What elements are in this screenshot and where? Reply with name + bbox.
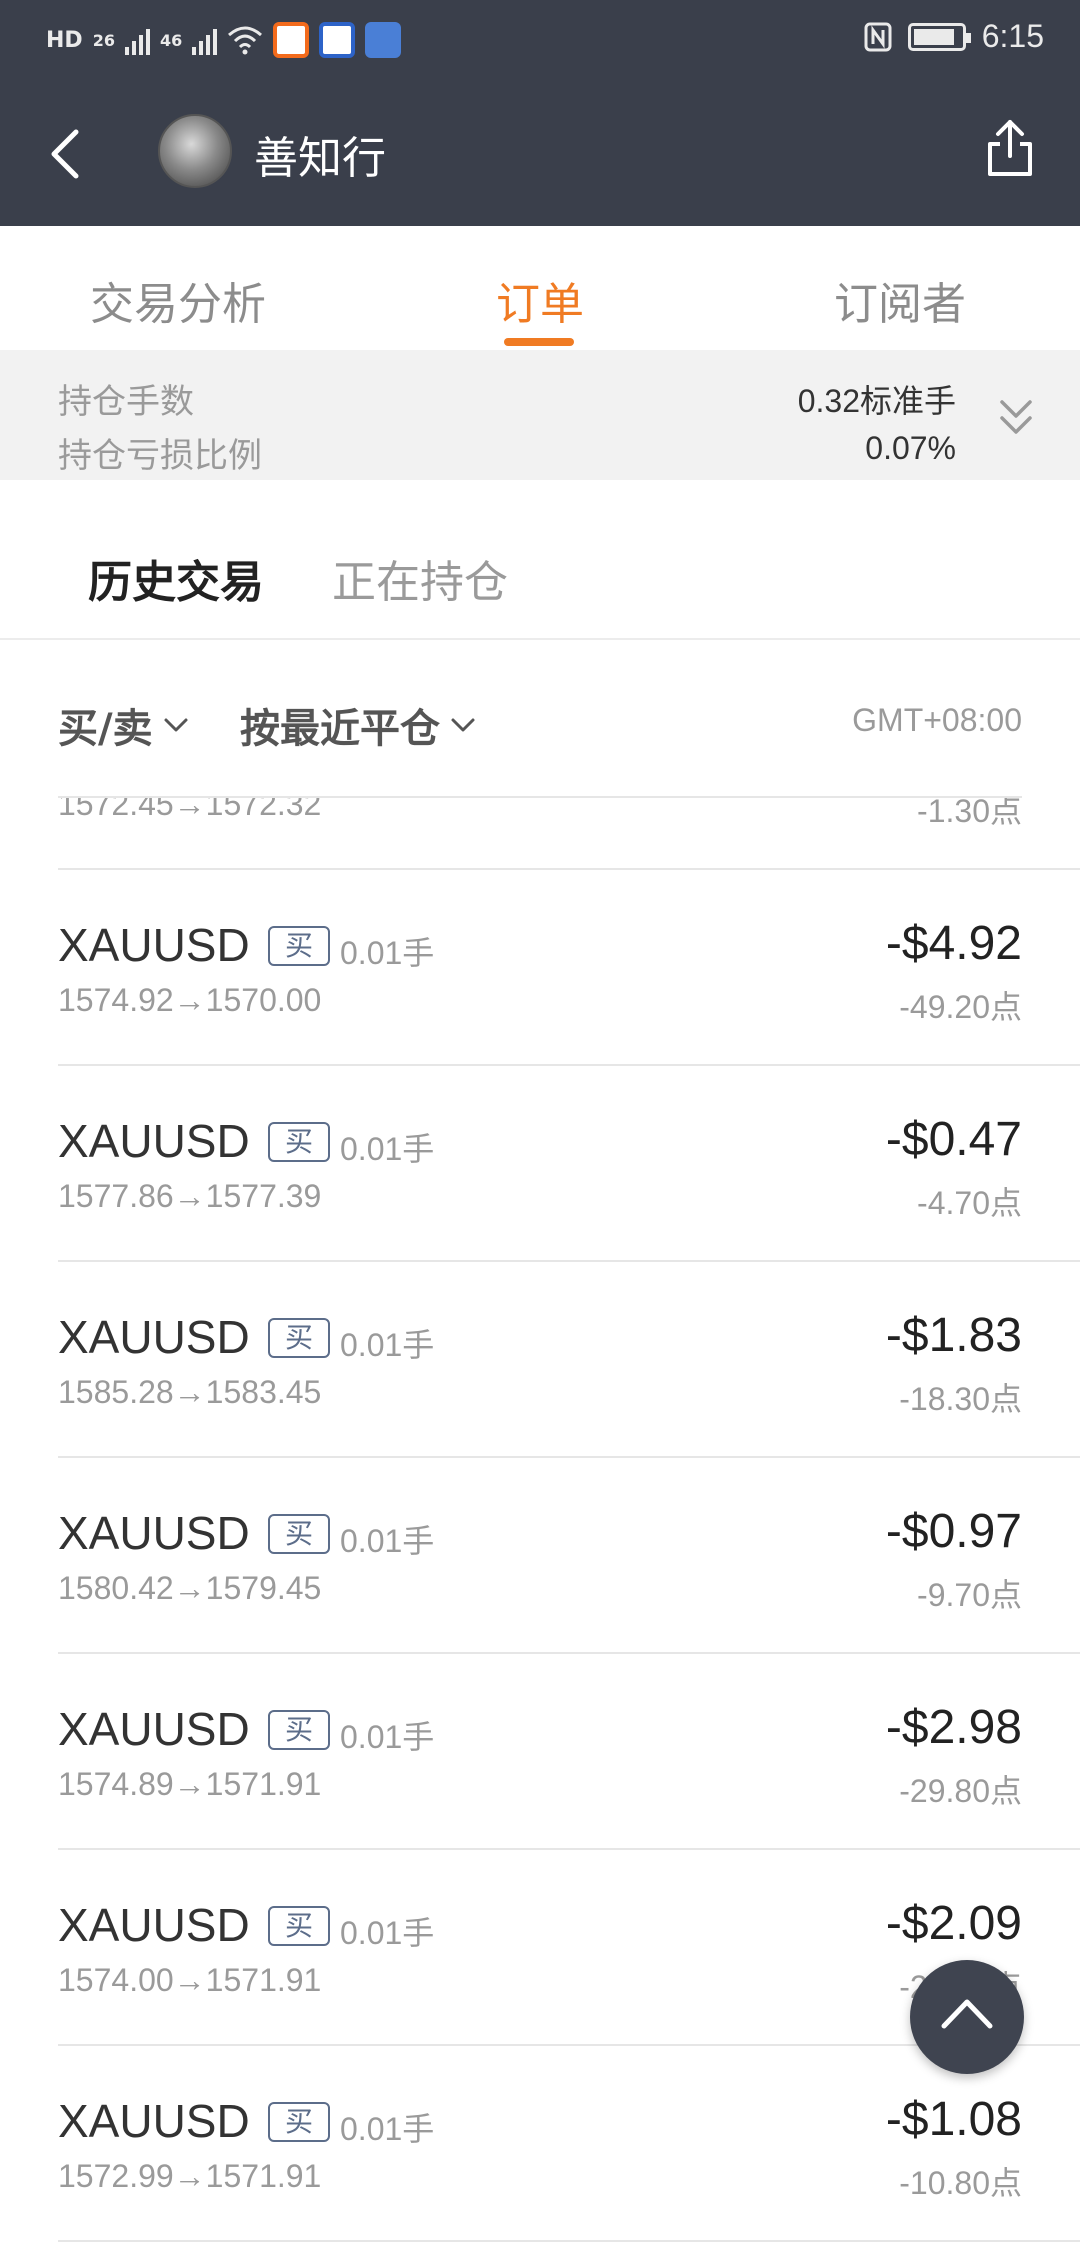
profit-loss: -$2.98 [885, 1701, 1022, 1754]
lot-size: 0.01手 [340, 1131, 435, 1167]
symbol: XAUUSD [58, 1115, 250, 1167]
network-type-2: 46 [159, 30, 183, 50]
list-item[interactable]: 1572.45→1572.32 -1.30点 [0, 798, 1080, 870]
divider [58, 2240, 1080, 2242]
sort-filter[interactable]: 按最近平仓 [240, 696, 476, 754]
lot-size: 0.01手 [340, 1719, 435, 1755]
price-range: 1585.28→1583.45 [58, 1374, 322, 1410]
lots-label: 持仓手数 [58, 382, 194, 422]
app-notification-icon-3 [365, 22, 402, 58]
back-arrow-icon[interactable] [38, 124, 98, 184]
lots-value: 0.32标准手 [797, 383, 956, 419]
price-range: 1580.42→1579.45 [58, 1570, 322, 1606]
timezone-label: GMT+08:00 [852, 702, 1022, 738]
side-badge: 买 [268, 1906, 330, 1946]
wifi-icon [228, 26, 263, 55]
signal-icon-2 [192, 25, 218, 55]
side-filter[interactable]: 买/卖 [58, 696, 189, 754]
points-value: -1.30点 [917, 798, 1022, 829]
price-range: 1574.00→1571.91 [58, 1962, 322, 1998]
symbol: XAUUSD [58, 1507, 250, 1559]
chevron-down-icon [164, 718, 188, 732]
lot-size: 0.01手 [340, 935, 435, 971]
side-badge: 买 [268, 1318, 330, 1358]
tab-subscribers[interactable]: 订阅者 [834, 268, 966, 332]
price-range: 1572.99→1571.91 [58, 2158, 322, 2194]
profit-loss: -$2.09 [885, 1897, 1022, 1950]
battery-icon [907, 22, 971, 51]
sort-filter-label: 按最近平仓 [240, 706, 440, 752]
side-badge: 买 [268, 1710, 330, 1750]
points-value: -29.80点 [899, 1773, 1022, 1809]
main-tabs: 交易分析 订单 订阅者 [0, 226, 1080, 350]
profit-loss: -$0.47 [885, 1113, 1022, 1166]
profit-loss: -$0.97 [885, 1505, 1022, 1558]
side-badge: 买 [268, 926, 330, 966]
lot-size: 0.01手 [340, 2111, 435, 2147]
side-badge: 买 [268, 2102, 330, 2142]
list-item[interactable]: XAUUSD 买 0.01手 1585.28→1583.45 -$1.83 -1… [0, 1262, 1080, 1458]
chevron-up-icon [941, 1999, 993, 2029]
lot-size: 0.01手 [340, 1327, 435, 1363]
points-value: -9.70点 [917, 1577, 1022, 1613]
filter-bar: 买/卖 按最近平仓 GMT+08:00 [0, 642, 1080, 798]
network-type-1: 26 [92, 30, 115, 50]
pl-ratio-label: 持仓亏损比例 [58, 436, 262, 476]
price-range: 1574.89→1571.91 [58, 1766, 322, 1802]
tab-trade-analysis[interactable]: 交易分析 [90, 268, 266, 332]
nfc-icon [864, 22, 892, 51]
symbol: XAUUSD [58, 1899, 250, 1951]
list-item[interactable]: XAUUSD 买 0.01手 1574.89→1571.91 -$2.98 -2… [0, 1654, 1080, 1850]
double-chevron-down-icon[interactable] [996, 396, 1036, 442]
chevron-down-icon [451, 718, 475, 732]
profit-loss: -$4.92 [885, 917, 1022, 970]
symbol: XAUUSD [58, 919, 250, 971]
nav-bar: 善知行 [0, 86, 1080, 226]
points-value: -10.80点 [899, 2165, 1022, 2201]
scroll-to-top-button[interactable] [910, 1960, 1024, 2074]
page-title: 善知行 [254, 133, 386, 184]
points-value: -4.70点 [917, 1185, 1022, 1221]
app-notification-icon-2 [319, 22, 356, 58]
lot-size: 0.01手 [340, 1915, 435, 1951]
symbol: XAUUSD [58, 2095, 250, 2147]
list-item[interactable]: XAUUSD 买 0.01手 1574.92→1570.00 -$4.92 -4… [0, 870, 1080, 1066]
profit-loss: -$1.08 [885, 2093, 1022, 2146]
tab-orders[interactable]: 订单 [496, 268, 584, 332]
points-value: -18.30点 [899, 1381, 1022, 1417]
price-range: 1577.86→1577.39 [58, 1178, 322, 1214]
lot-size: 0.01手 [340, 1523, 435, 1559]
price-range: 1574.92→1570.00 [58, 982, 322, 1018]
active-tab-indicator [504, 338, 574, 346]
app-header: HD 26 46 6:15 善知行 [0, 0, 1080, 226]
list-item[interactable]: XAUUSD 买 0.01手 1580.42→1579.45 -$0.97 -9… [0, 1458, 1080, 1654]
side-filter-label: 买/卖 [58, 706, 153, 752]
symbol: XAUUSD [58, 1703, 250, 1755]
hd-indicator: HD [46, 27, 83, 53]
list-item[interactable]: XAUUSD 买 0.01手 1572.99→1571.91 -$1.08 -1… [0, 2046, 1080, 2242]
side-badge: 买 [268, 1122, 330, 1162]
order-subtabs: 历史交易 正在持仓 [0, 480, 1080, 640]
signal-icon [124, 25, 150, 55]
side-badge: 买 [268, 1514, 330, 1554]
share-icon[interactable] [980, 116, 1040, 180]
price-range: 1572.45→1572.32 [58, 798, 322, 822]
points-value: -49.20点 [899, 989, 1022, 1025]
status-bar: HD 26 46 6:15 [0, 0, 1080, 86]
position-summary[interactable]: 持仓手数 0.32标准手 持仓亏损比例 0.07% [0, 350, 1080, 480]
clock: 6:15 [981, 18, 1044, 54]
pl-ratio-value: 0.07% [865, 430, 956, 466]
symbol: XAUUSD [58, 1311, 250, 1363]
app-notification-icon-1 [273, 22, 310, 58]
list-item[interactable]: XAUUSD 买 0.01手 1577.86→1577.39 -$0.47 -4… [0, 1066, 1080, 1262]
profit-loss: -$1.83 [885, 1309, 1022, 1362]
tab-history-trades[interactable]: 历史交易 [88, 546, 264, 610]
avatar[interactable] [158, 114, 232, 188]
tab-open-positions[interactable]: 正在持仓 [332, 546, 508, 610]
